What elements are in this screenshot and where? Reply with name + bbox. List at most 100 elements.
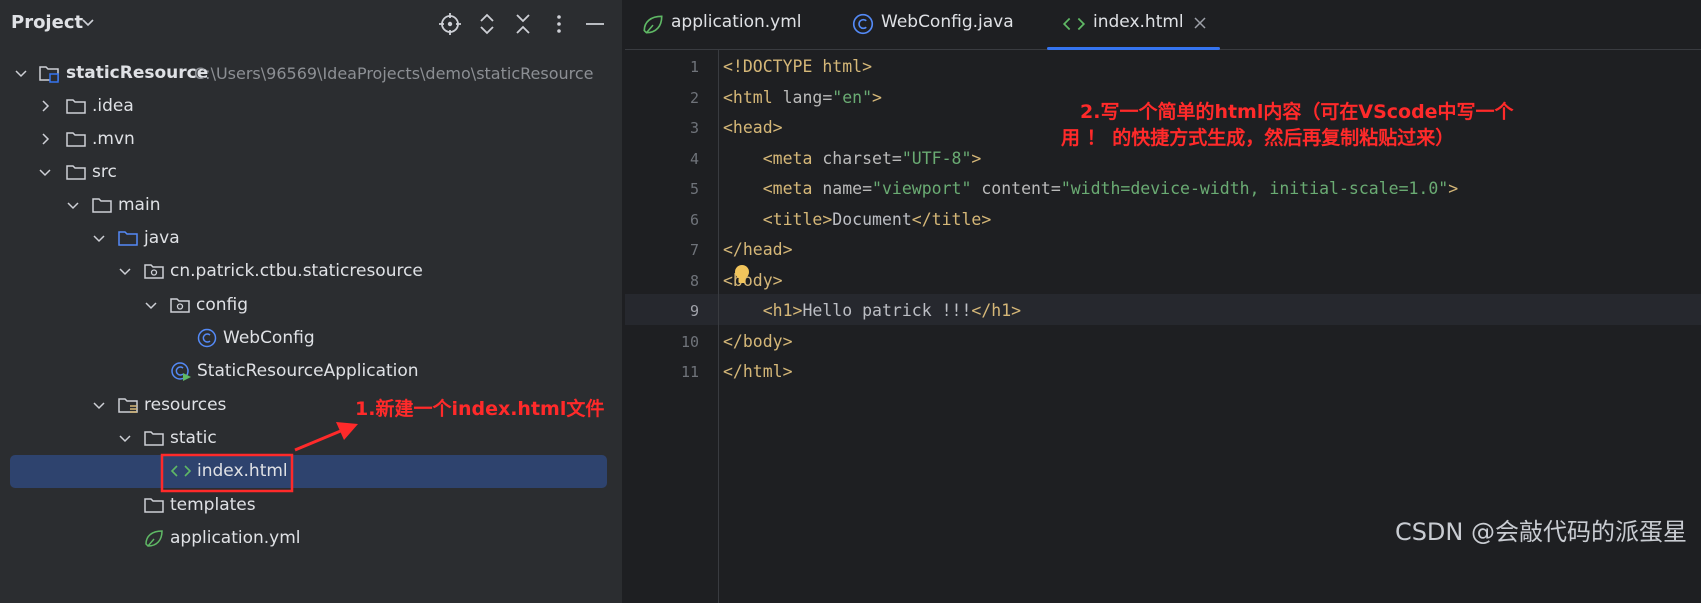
tab-label: index.html: [1093, 12, 1184, 32]
code-token: =: [862, 179, 873, 198]
code-token: Hello patrick !!!: [802, 301, 972, 320]
line-number: 8: [689, 272, 699, 290]
close-icon[interactable]: [1192, 15, 1208, 31]
code-token: <h1>: [762, 301, 803, 320]
code-token: lang: [782, 88, 823, 107]
code-token: >: [971, 149, 982, 168]
project-panel-title[interactable]: Project: [11, 12, 83, 33]
line-number: 11: [680, 363, 699, 381]
tree-item-mvn[interactable]: .mvn: [0, 123, 622, 156]
line-number: 6: [689, 211, 699, 229]
minimize-icon[interactable]: [583, 12, 607, 36]
locate-icon[interactable]: [438, 12, 462, 36]
tree-item-application-yml[interactable]: application.yml: [0, 522, 622, 555]
chevron-down-icon[interactable]: [66, 198, 80, 212]
tree-item-label: index.html: [197, 461, 288, 481]
html-file-icon: [170, 465, 192, 477]
code-line-1: <!DOCTYPE html>: [723, 57, 872, 76]
tree-item-label: main: [118, 195, 161, 215]
selection-highlight: [10, 455, 607, 488]
tree-item-java[interactable]: java: [0, 222, 622, 255]
chevron-down-icon[interactable]: [80, 14, 96, 30]
tree-item-main[interactable]: main: [0, 189, 622, 222]
html-file-icon: [1062, 17, 1086, 31]
code-token: <meta: [762, 179, 823, 198]
code-line-3: <head>: [723, 118, 783, 137]
chevron-down-icon[interactable]: [92, 231, 106, 245]
code-line-9: <h1>Hello patrick !!!</h1>: [723, 301, 1021, 320]
chevron-down-icon[interactable]: [14, 66, 28, 80]
annotation-step-2-line-2: 用 ！ 的快捷方式生成，然后再复制粘贴过来）: [1061, 127, 1455, 149]
tree-item-staticresourceapplication[interactable]: StaticResourceApplication: [0, 355, 622, 388]
line-number: 5: [689, 180, 699, 198]
line-number-gutter[interactable]: 1 2 3 4 5 6 7 8 9 10 11: [625, 50, 720, 603]
editor-area: application.yml WebConfig.java index.htm…: [625, 0, 1701, 603]
tree-item-config[interactable]: config: [0, 289, 622, 322]
package-icon: [170, 298, 190, 313]
tree-item-label: src: [92, 162, 117, 182]
class-icon: [197, 328, 217, 348]
code-token: "width=device-width, initial-scale=1.0": [1060, 179, 1449, 198]
code-token: <html: [723, 88, 783, 107]
chevron-down-icon[interactable]: [144, 298, 158, 312]
chevron-down-icon[interactable]: [92, 398, 106, 412]
code-token: charset: [822, 149, 892, 168]
code-token: "UTF-8": [901, 149, 972, 168]
code-line-6: <title>Document</title>: [723, 210, 992, 229]
tab-webconfig-java[interactable]: WebConfig.java: [851, 0, 1031, 50]
code-line-11: </html>: [723, 362, 793, 381]
code-token: </head>: [723, 240, 793, 259]
line-number: 10: [680, 333, 699, 351]
folder-icon: [144, 431, 164, 446]
folder-icon: [66, 165, 86, 180]
code-token: Document: [832, 210, 912, 229]
folder-icon: [66, 132, 86, 147]
code-line-10: </body>: [723, 332, 793, 351]
tree-item-staticresource[interactable]: staticResource C:\Users\96569\IdeaProjec…: [0, 57, 622, 90]
module-folder-icon: [39, 66, 59, 83]
gutter-divider: [718, 50, 719, 603]
tree-item-src[interactable]: src: [0, 156, 622, 189]
tree-item-label: WebConfig: [223, 328, 315, 348]
folder-icon: [92, 198, 112, 213]
code-token: </html>: [723, 362, 793, 381]
tree-item-package[interactable]: cn.patrick.ctbu.staticresource: [0, 255, 622, 288]
tree-item-webconfig[interactable]: WebConfig: [0, 322, 622, 355]
lightbulb-icon[interactable]: [733, 264, 751, 286]
chevron-right-icon[interactable]: [38, 99, 52, 113]
yaml-spring-icon: [643, 15, 663, 34]
more-options-icon[interactable]: [547, 12, 571, 36]
code-token: "viewport": [872, 179, 972, 198]
tree-item-label: static: [170, 428, 217, 448]
code-token: =: [891, 149, 902, 168]
line-number: 3: [689, 119, 699, 137]
chevron-down-icon[interactable]: [118, 431, 132, 445]
chevron-right-icon[interactable]: [38, 132, 52, 146]
collapse-all-icon[interactable]: [511, 12, 535, 36]
code-line-8: <body>: [723, 271, 783, 290]
tab-application-yml[interactable]: application.yml: [639, 0, 819, 50]
source-folder-icon: [118, 231, 138, 246]
expand-all-icon[interactable]: [475, 12, 499, 36]
editor-tab-bar: application.yml WebConfig.java index.htm…: [625, 0, 1701, 50]
tab-index-html[interactable]: index.html: [1047, 0, 1220, 50]
chevron-down-icon[interactable]: [38, 165, 52, 179]
active-tab-indicator: [1047, 47, 1220, 50]
tree-item-idea[interactable]: .idea: [0, 90, 622, 123]
code-token: =: [822, 88, 833, 107]
chevron-down-icon[interactable]: [118, 264, 132, 278]
tree-item-index-html[interactable]: index.html: [0, 455, 622, 488]
tree-item-templates[interactable]: templates: [0, 489, 622, 522]
tree-item-static[interactable]: static: [0, 422, 622, 455]
project-panel-header: Project: [0, 0, 622, 48]
tree-item-label: .mvn: [92, 129, 135, 149]
tab-label: application.yml: [671, 12, 802, 32]
tree-item-label: config: [196, 295, 249, 315]
resources-folder-icon: [118, 398, 138, 413]
code-token: <!DOCTYPE html>: [723, 57, 873, 76]
